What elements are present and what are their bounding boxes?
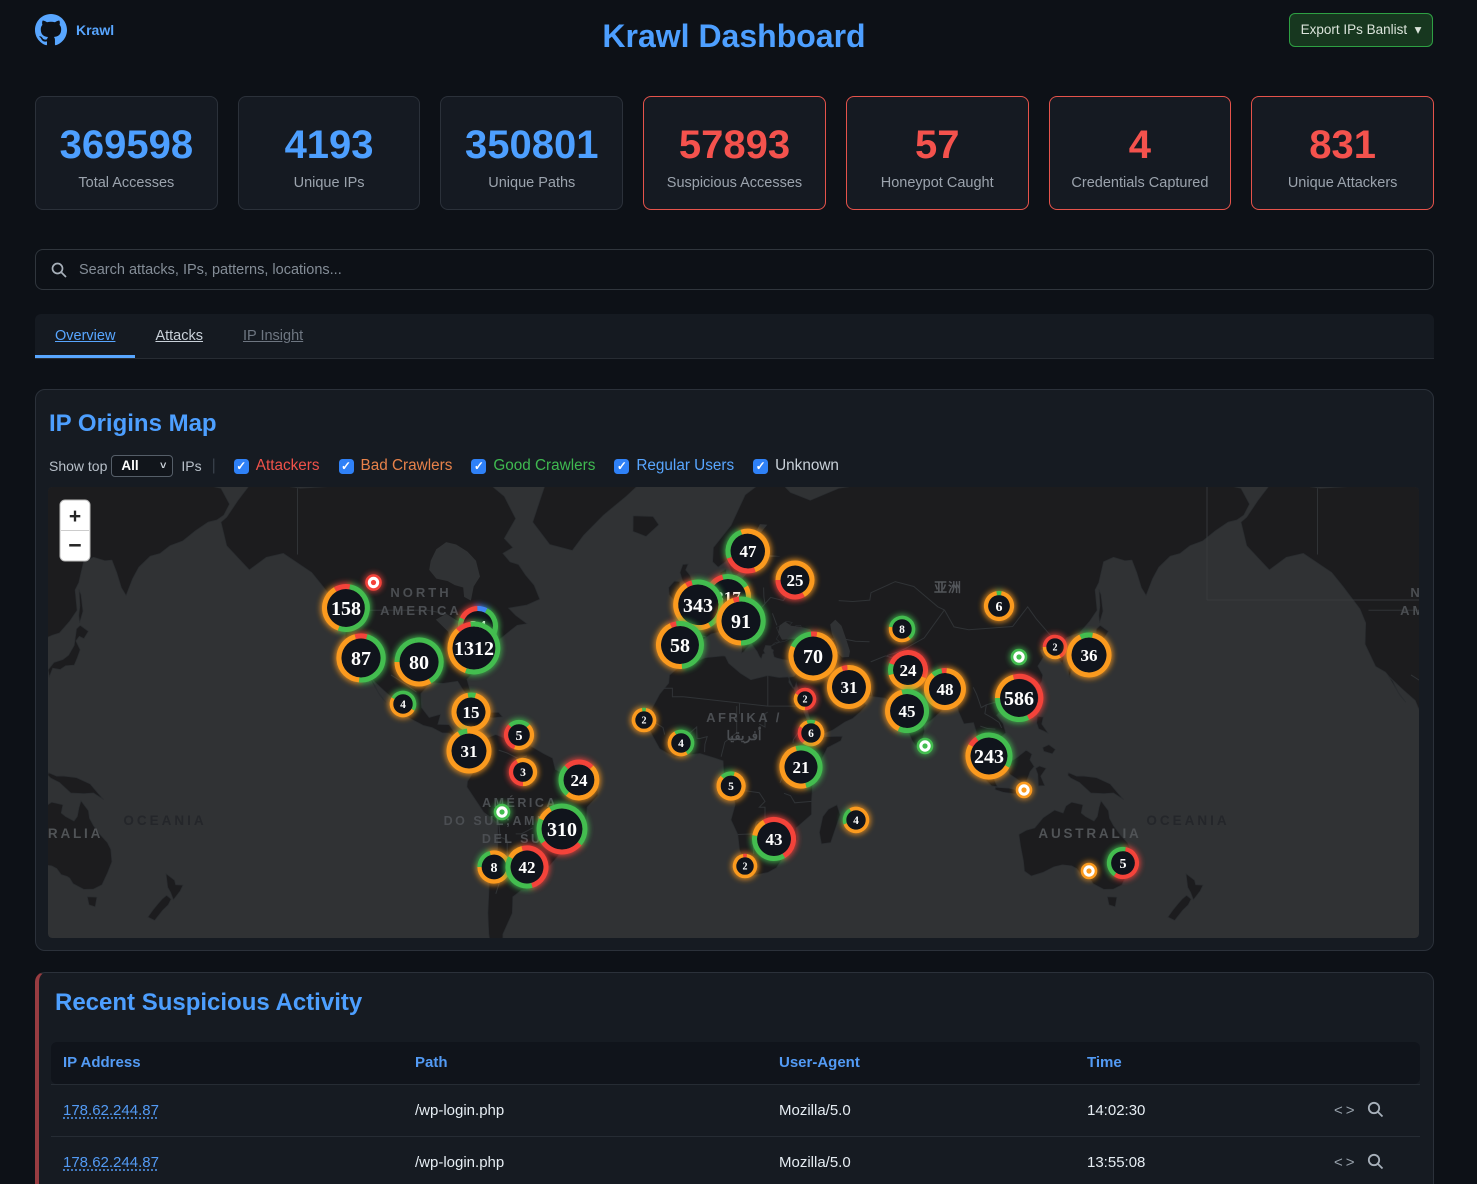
svg-text:4: 4 <box>678 738 684 750</box>
svg-text:31: 31 <box>841 678 858 697</box>
svg-text:AMERICA: AMERICA <box>1400 603 1419 618</box>
svg-text:5: 5 <box>516 729 523 744</box>
svg-text:15: 15 <box>463 703 480 722</box>
svg-text:2: 2 <box>743 862 748 873</box>
svg-text:1312: 1312 <box>454 638 494 660</box>
svg-text:5: 5 <box>728 781 734 793</box>
svg-text:158: 158 <box>331 598 361 620</box>
svg-text:243: 243 <box>974 746 1004 768</box>
svg-text:24: 24 <box>571 771 589 790</box>
svg-text:21: 21 <box>793 758 810 777</box>
svg-text:3: 3 <box>520 767 526 779</box>
svg-text:24: 24 <box>900 661 918 680</box>
svg-text:45: 45 <box>899 702 916 721</box>
svg-text:2: 2 <box>642 716 647 727</box>
svg-text:NORTH: NORTH <box>1410 585 1419 600</box>
svg-text:2: 2 <box>1053 643 1058 654</box>
svg-text:6: 6 <box>996 600 1003 615</box>
svg-text:310: 310 <box>547 819 577 841</box>
svg-text:31: 31 <box>461 742 478 761</box>
svg-text:−: − <box>68 532 81 558</box>
svg-text:343: 343 <box>683 595 713 617</box>
svg-text:OCEANIA: OCEANIA <box>123 813 206 828</box>
svg-text:8: 8 <box>899 624 905 636</box>
svg-text:87: 87 <box>351 648 371 670</box>
svg-text:43: 43 <box>766 830 783 849</box>
svg-text:2: 2 <box>803 695 808 706</box>
svg-text:91: 91 <box>731 611 751 633</box>
svg-text:25: 25 <box>787 571 804 590</box>
svg-text:8: 8 <box>491 861 498 876</box>
svg-text:80: 80 <box>409 652 429 674</box>
svg-text:AMERICA: AMERICA <box>380 603 462 618</box>
svg-text:4: 4 <box>400 699 406 711</box>
svg-text:AUSTRALIA: AUSTRALIA <box>1038 826 1141 841</box>
svg-text:70: 70 <box>803 646 823 668</box>
svg-text:58: 58 <box>670 635 690 657</box>
svg-text:TRALIA: TRALIA <box>48 826 103 841</box>
svg-text:+: + <box>69 505 81 528</box>
svg-text:4: 4 <box>853 815 859 827</box>
svg-text:42: 42 <box>519 858 536 877</box>
svg-text:OCEANIA: OCEANIA <box>1146 813 1229 828</box>
svg-text:亚洲: 亚洲 <box>934 580 962 595</box>
svg-text:6: 6 <box>808 728 814 740</box>
svg-text:5: 5 <box>1120 857 1127 872</box>
svg-text:47: 47 <box>740 542 758 561</box>
svg-text:36: 36 <box>1081 646 1098 665</box>
svg-text:586: 586 <box>1004 688 1034 710</box>
svg-text:أفريقيا: أفريقيا <box>726 727 761 744</box>
svg-text:48: 48 <box>937 680 954 699</box>
svg-text:AFRIKA /: AFRIKA / <box>706 710 782 725</box>
svg-text:NORTH: NORTH <box>390 585 451 600</box>
